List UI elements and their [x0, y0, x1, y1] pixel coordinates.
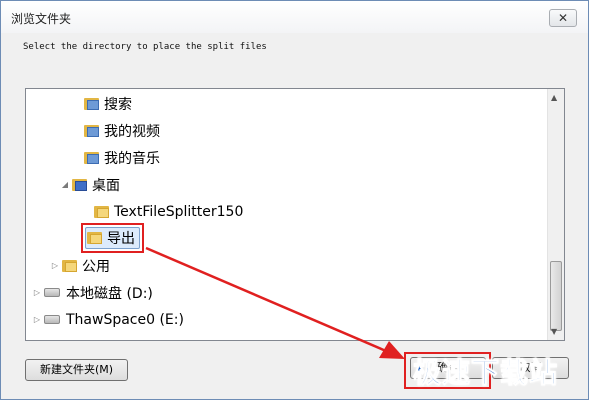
watermark-logo: 极速下载站 [412, 356, 559, 390]
video-folder-icon [84, 124, 99, 137]
tree-item-label: 公用 [82, 258, 110, 275]
folder-icon [62, 259, 77, 272]
drive-icon [44, 315, 60, 324]
expand-arrow-icon[interactable]: ▷ [32, 288, 42, 297]
highlight-box-selection [81, 223, 144, 253]
expand-arrow-icon[interactable]: ▷ [50, 261, 60, 270]
window-title: 浏览文件夹 [11, 12, 72, 26]
new-folder-button[interactable]: 新建文件夹(M) [25, 359, 128, 381]
tree-item-label: 搜索 [104, 96, 132, 113]
tree-item-my-videos[interactable]: 我的视频 [72, 118, 160, 143]
tree-item-search[interactable]: 搜索 [72, 91, 132, 116]
scroll-down-icon[interactable]: ▼ [551, 327, 557, 336]
tree-item-desktop[interactable]: ◢ 桌面 [60, 172, 120, 197]
collapse-arrow-icon[interactable]: ◢ [60, 180, 70, 189]
vertical-scrollbar[interactable]: ▲ ▼ [547, 89, 564, 340]
folder-tree[interactable]: 搜索 我的视频 我的音乐 ◢ 桌面 TextFileSplitter150 ▷ … [25, 88, 565, 341]
scrollbar-thumb[interactable] [550, 261, 562, 331]
tree-item-label: 我的音乐 [104, 150, 160, 167]
tree-item-label: ThawSpace0 (E:) [66, 311, 184, 328]
desktop-icon [72, 178, 87, 191]
expand-arrow-icon[interactable]: ▷ [32, 315, 42, 324]
instruction-text: Select the directory to place the split … [23, 42, 267, 52]
tree-item-textfilesplitter[interactable]: TextFileSplitter150 [82, 199, 243, 224]
close-button[interactable]: ✕ [549, 9, 577, 27]
browse-folder-dialog: 浏览文件夹 ✕ Select the directory to place th… [0, 0, 589, 400]
drive-icon [44, 288, 60, 297]
tree-item-label: 桌面 [92, 177, 120, 194]
tree-item-label: TextFileSplitter150 [114, 203, 244, 220]
search-folder-icon [84, 97, 99, 110]
tree-item-label: 本地磁盘 (D:) [66, 285, 153, 302]
tree-item-my-music[interactable]: 我的音乐 [72, 145, 160, 170]
tree-item-public[interactable]: ▷ 公用 [50, 253, 110, 278]
tree-item-drive-d[interactable]: ▷ 本地磁盘 (D:) [32, 280, 153, 305]
title-bar: 浏览文件夹 ✕ [1, 1, 588, 33]
tree-item-drive-e[interactable]: ▷ ThawSpace0 (E:) [32, 307, 184, 332]
folder-icon [94, 205, 109, 218]
music-folder-icon [84, 151, 99, 164]
scroll-up-icon[interactable]: ▲ [551, 93, 557, 102]
tree-item-label: 我的视频 [104, 123, 160, 140]
